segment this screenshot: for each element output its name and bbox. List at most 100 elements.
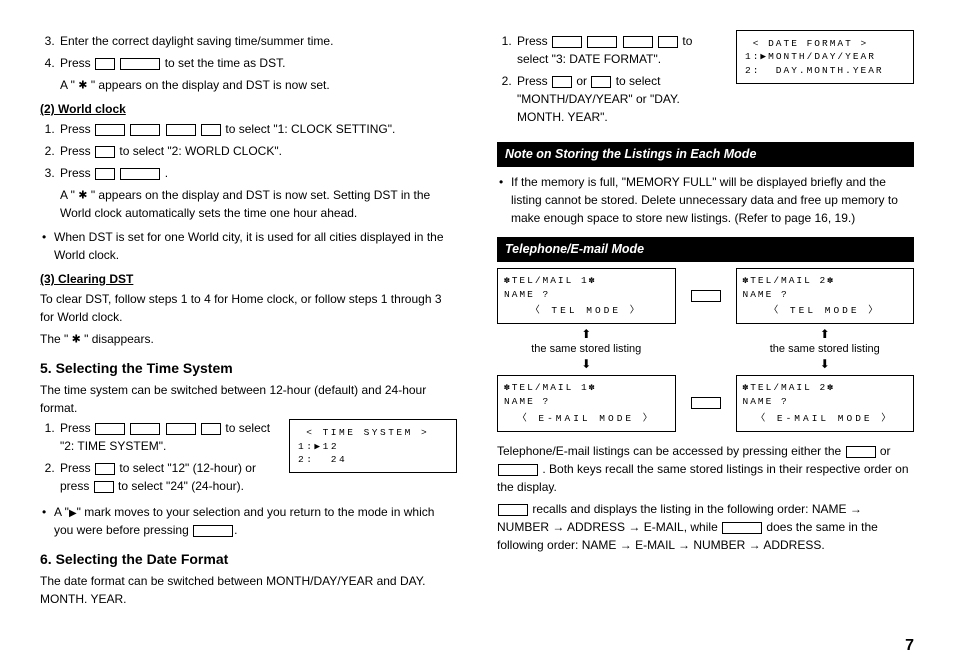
text: A " [60,78,78,92]
key-icon [120,58,160,70]
page-number: 7 [905,634,914,658]
wc-note: When DST is set for one World city, it i… [40,228,457,264]
caption: the same stored listing [736,341,915,358]
clearing-dst-heading: (3) Clearing DST [40,270,457,288]
note-storing-list: If the memory is full, "MEMORY FULL" wil… [497,173,914,227]
clearing-dst-p2: The " ✱ " disappears. [40,330,457,348]
key-icon [166,423,196,435]
text: NUMBER [693,538,748,552]
left-column: Enter the correct daylight saving time/s… [40,30,457,608]
lcd-line: 〈 TEL MODE 〉 [743,304,908,318]
arrow-icon: → [628,520,640,534]
text: Press [517,74,551,88]
key-icon [722,522,762,534]
date-format-heading: 6. Selecting the Date Format [40,549,457,570]
down-arrow-icon: ⬇ [736,358,915,371]
same-right: ⬆ the same stored listing ⬇ [736,328,915,371]
text: to select "1: CLOCK SETTING". [225,122,395,136]
step-4: Press to set the time as DST. A " ✱ " ap… [58,54,457,94]
note-storing-bar: Note on Storing the Listings in Each Mod… [497,142,914,167]
key-icon [166,124,196,136]
world-clock-heading: (2) World clock [40,100,457,118]
key-icon [201,124,221,136]
lcd-email-1: ✽TEL/MAIL 1✽ NAME ? 〈 E-MAIL MODE 〉 [497,375,676,432]
lcd-line: NAME ? [504,395,669,409]
date-format-steps: Press to select "3: DATE FORMAT". Press … [497,32,720,126]
text: A " [60,188,78,202]
text: A " [54,505,69,519]
tel-p2: recalls and displays the listing in the … [497,500,914,554]
text: The " [40,332,72,346]
lcd-line: ✽TEL/MAIL 2✽ [743,381,908,395]
key-icon [498,464,538,476]
date-format-intro: The date format can be switched between … [40,572,457,608]
time-system-lcd: < TIME SYSTEM > 1:▶12 2: 24 [289,419,457,473]
key-icon [498,504,528,516]
caption: the same stored listing [497,341,676,358]
clearing-dst-p1: To clear DST, follow steps 1 to 4 for Ho… [40,290,457,326]
text: to select "2: WORLD CLOCK". [119,144,282,158]
text: to select "24" (24-hour). [118,479,244,493]
key-icon [95,168,115,180]
lcd-line: ✽TEL/MAIL 1✽ [504,274,669,288]
key-icon [94,481,114,493]
arrow-icon: → [678,538,690,552]
text: Telephone/E-mail listings can be accesse… [497,444,845,458]
time-system-heading: 5. Selecting the Time System [40,358,457,379]
text: or [880,444,891,458]
ts-notes: A "▶" mark moves to your selection and y… [40,503,457,539]
lcd-line: NAME ? [743,288,908,302]
lcd-email-2: ✽TEL/MAIL 2✽ NAME ? 〈 E-MAIL MODE 〉 [736,375,915,432]
text: Press [60,144,94,158]
text: E-MAIL [635,538,678,552]
date-format-lcd: < DATE FORMAT > 1:▶MONTH/DAY/YEAR 2: DAY… [736,30,914,84]
key-icon [193,525,233,537]
text: " disappears. [81,332,154,346]
time-system-intro: The time system can be switched between … [40,381,457,417]
text: Press [60,56,94,70]
text: Press [60,461,94,475]
wc-step-3: Press . A " ✱ " appears on the display a… [58,164,457,222]
arrow-icon: → [620,538,632,552]
sun-icon: ✱ [78,190,87,202]
triangle-icon: ▶ [69,508,77,519]
mid-key [690,288,722,305]
text: . Both keys recall the same stored listi… [497,462,909,494]
lcd-line: NAME ? [743,395,908,409]
text: . [165,166,168,180]
arrow-icon: → [552,520,564,534]
down-arrow-icon: ⬇ [497,358,676,371]
key-icon [552,76,572,88]
sun-icon: ✱ [72,334,81,346]
key-icon [95,124,125,136]
text: " appears on the display and DST is now … [88,78,330,92]
key-icon [623,36,653,48]
arrow-icon: → [850,502,862,516]
text: recalls and displays the listing in the … [532,502,849,516]
step-4-sub: A " ✱ " appears on the display and DST i… [60,76,457,94]
lcd-tel-1: ✽TEL/MAIL 1✽ NAME ? 〈 TEL MODE 〉 [497,268,676,325]
key-icon [120,168,160,180]
key-icon [95,423,125,435]
sun-icon: ✱ [78,80,87,92]
step-3: Enter the correct daylight saving time/s… [58,32,457,50]
key-icon [95,58,115,70]
key-icon [691,290,721,302]
key-icon [846,446,876,458]
df-step-2: Press or to select "MONTH/DAY/YEAR" or "… [515,72,720,126]
text: E-MAIL, while [644,520,721,534]
text: to set the time as DST. [165,56,286,70]
text: Press [60,122,94,136]
wc-notes: When DST is set for one World city, it i… [40,228,457,264]
world-clock-steps: Press to select "1: CLOCK SETTING". Pres… [40,120,457,222]
arrow-icon: → [749,538,761,552]
mid-key [690,395,722,412]
text: Press [60,421,94,435]
text: ADDRESS. [763,538,824,552]
key-icon [552,36,582,48]
dst-steps: Enter the correct daylight saving time/s… [40,32,457,94]
tel-email-diagram: ✽TEL/MAIL 1✽ NAME ? 〈 TEL MODE 〉 ✽TEL/MA… [497,268,914,432]
lcd-line: ✽TEL/MAIL 1✽ [504,381,669,395]
text: Press [60,166,94,180]
lcd-tel-2: ✽TEL/MAIL 2✽ NAME ? 〈 TEL MODE 〉 [736,268,915,325]
